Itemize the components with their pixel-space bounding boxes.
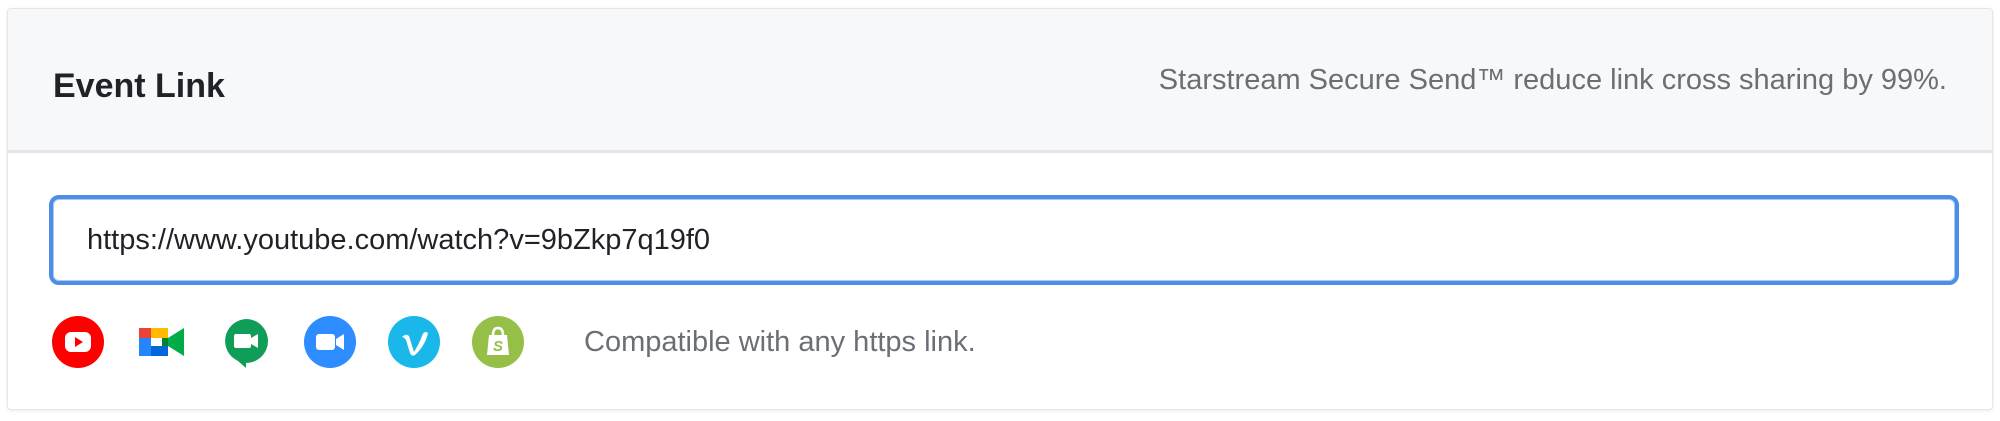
shopify-icon: S [472, 316, 524, 368]
compatible-platforms: S Compatible with any https link. [52, 314, 976, 370]
zoom-icon [304, 316, 356, 368]
svg-text:S: S [493, 338, 503, 355]
card-title: Event Link [53, 67, 225, 105]
event-link-field[interactable] [49, 195, 1959, 285]
secure-send-note: Starstream Secure Send™ reduce link cros… [1158, 64, 1947, 96]
event-link-input[interactable] [53, 199, 1955, 281]
compatibility-note: Compatible with any https link. [584, 325, 976, 358]
event-link-card: Event Link Starstream Secure Send™ reduc… [7, 8, 1993, 410]
youtube-icon [52, 316, 104, 368]
google-meet-icon [136, 316, 188, 368]
card-header: Event Link Starstream Secure Send™ reduc… [8, 9, 1992, 153]
google-hangouts-icon [220, 316, 272, 368]
vimeo-icon [388, 316, 440, 368]
